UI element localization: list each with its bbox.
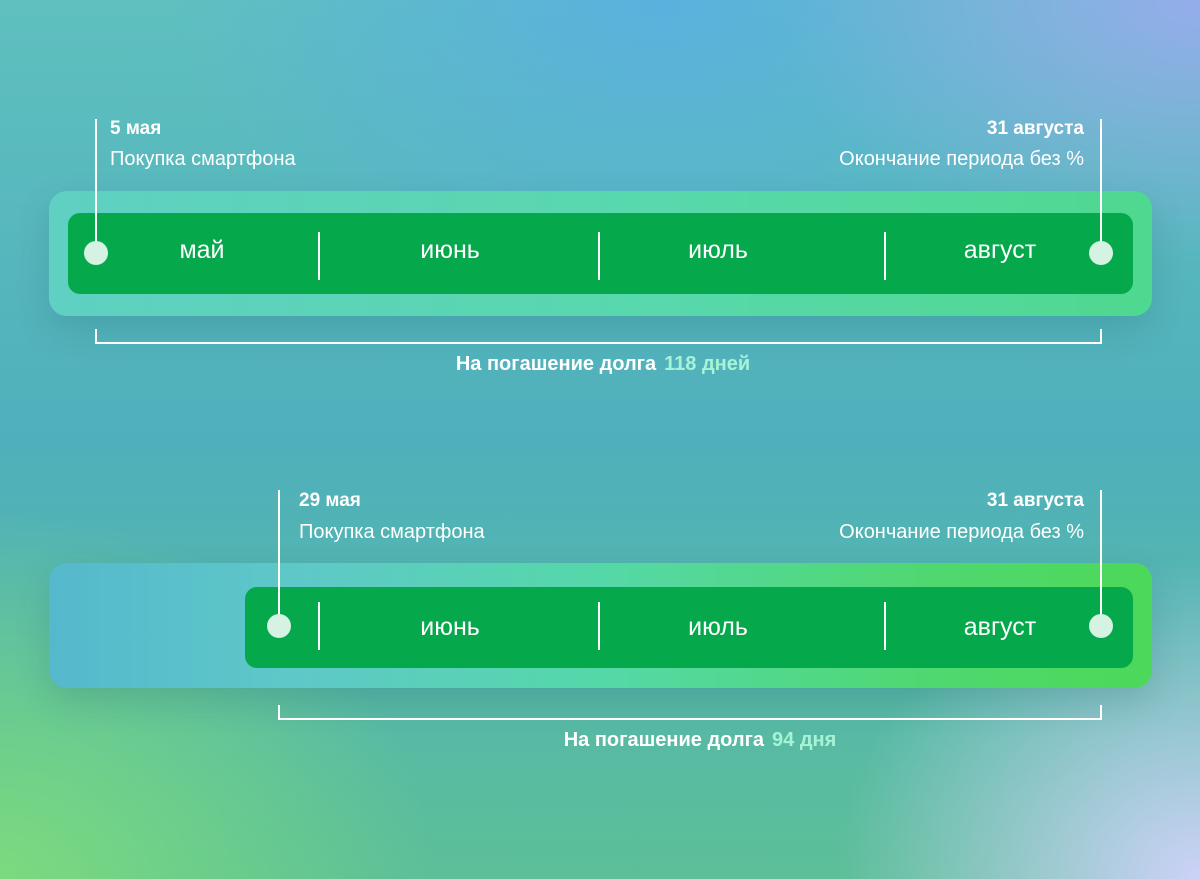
duration-bracket — [95, 329, 1102, 344]
end-date: 31 августа — [986, 118, 1084, 139]
month-label: июль — [688, 236, 748, 264]
start-marker-dot — [84, 241, 108, 265]
month-label: июль — [688, 613, 748, 641]
duration-bracket — [278, 705, 1102, 720]
end-marker-line — [1100, 490, 1102, 626]
month-label: май — [179, 236, 225, 264]
duration-value: 94 дня — [772, 729, 837, 751]
month-divider — [598, 232, 600, 280]
end-date: 31 августа — [986, 490, 1084, 511]
start-description: Покупка смартфона — [110, 148, 296, 170]
month-divider — [884, 602, 886, 650]
month-divider — [318, 602, 320, 650]
month-label: август — [963, 236, 1037, 264]
start-marker-line — [95, 119, 97, 252]
duration-caption: На погашение долга 94 дня — [564, 729, 837, 752]
end-marker-line — [1100, 119, 1102, 252]
caption-prefix: На погашение долга — [455, 353, 657, 375]
caption-prefix: На погашение долга — [563, 729, 765, 751]
end-description: Окончание периода без % — [839, 148, 1084, 170]
duration-caption: На погашение долга 118 дней — [456, 353, 750, 376]
start-marker-dot — [267, 614, 291, 638]
duration-value: 118 дней — [664, 353, 751, 375]
month-divider — [598, 602, 600, 650]
month-divider — [318, 232, 320, 280]
start-marker-line — [278, 490, 280, 626]
end-marker-dot — [1089, 614, 1113, 638]
month-label: июнь — [420, 613, 480, 641]
end-marker-dot — [1089, 241, 1113, 265]
month-divider — [884, 232, 886, 280]
end-description: Окончание периода без % — [839, 521, 1084, 543]
start-description: Покупка смартфона — [299, 521, 485, 543]
start-date: 29 мая — [299, 490, 361, 511]
start-date: 5 мая — [110, 118, 162, 139]
month-label: июнь — [420, 236, 480, 264]
month-label: август — [963, 613, 1037, 641]
